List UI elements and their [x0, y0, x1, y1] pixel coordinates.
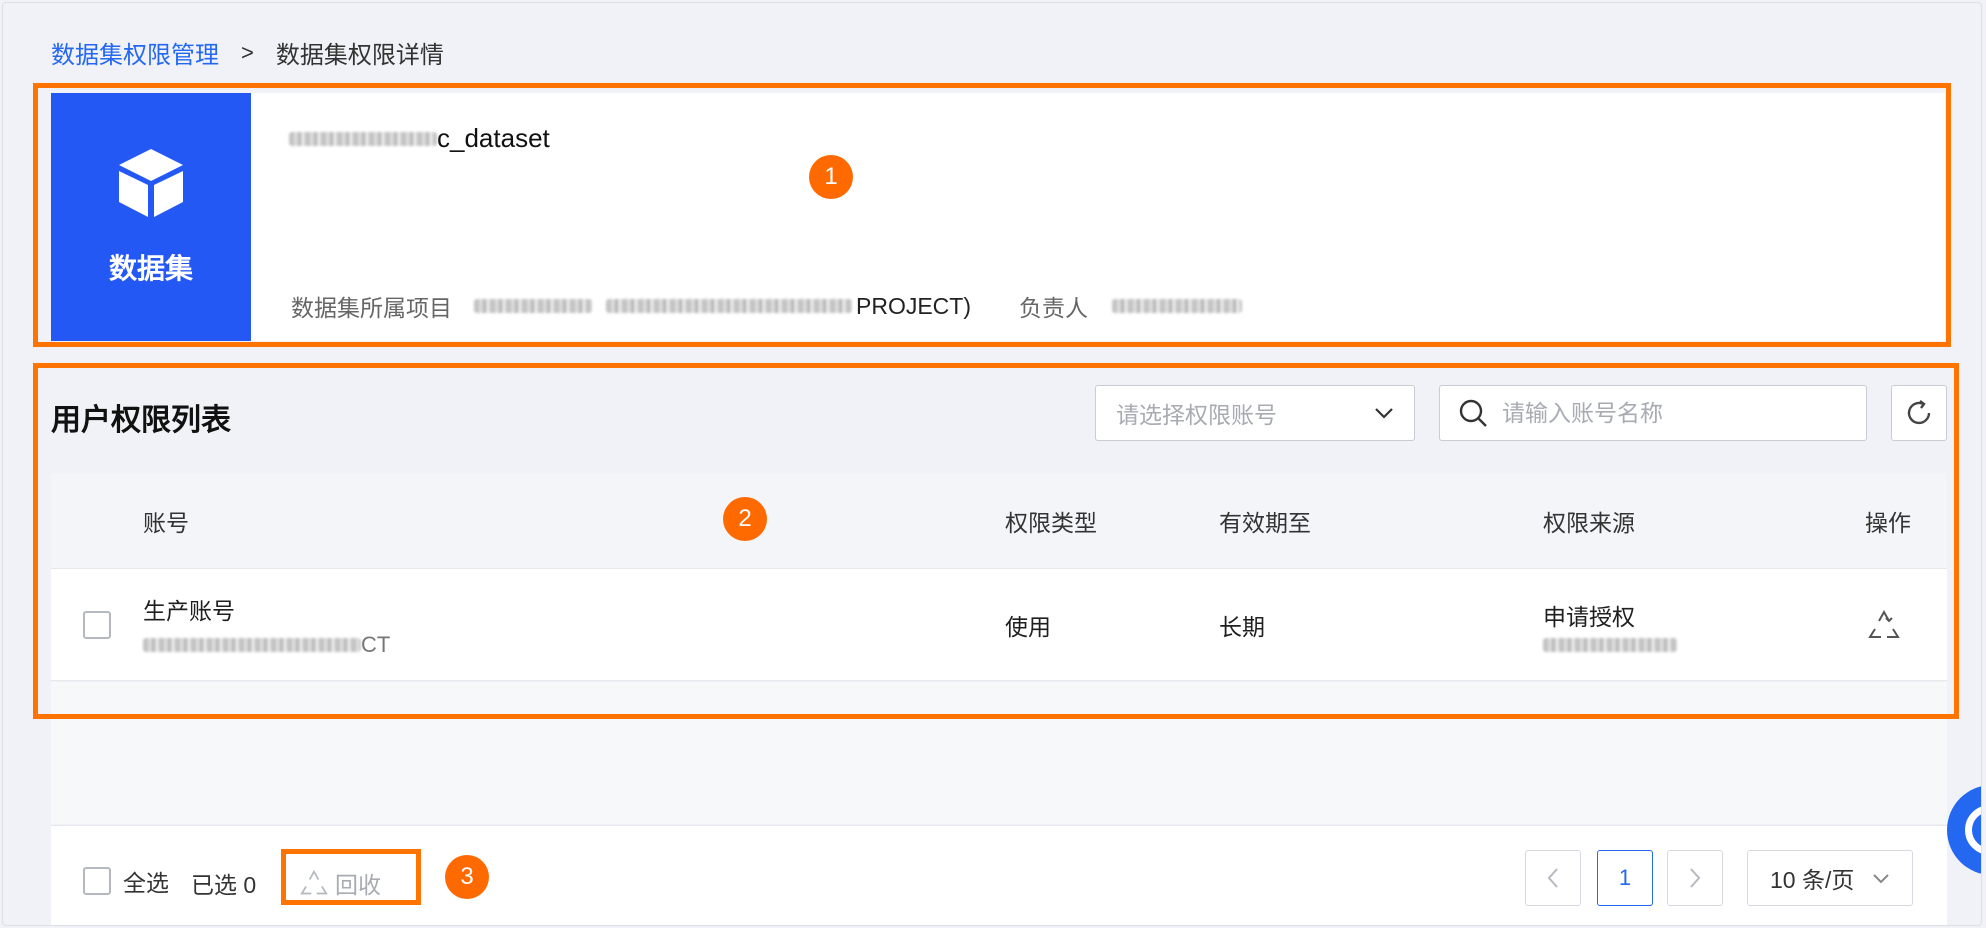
prev-page-button[interactable]: [1525, 850, 1581, 906]
annotation-box-3: [281, 849, 421, 905]
selected-count: 已选 0: [191, 872, 257, 898]
floating-help-button[interactable]: [1947, 785, 1981, 875]
chevron-left-icon: [1547, 868, 1558, 888]
breadcrumb-current: 数据集权限详情: [275, 42, 444, 69]
select-all[interactable]: 全选: [83, 864, 169, 898]
annotation-badge-2: 2: [723, 497, 767, 541]
select-all-checkbox[interactable]: [83, 867, 111, 895]
next-page-button[interactable]: [1667, 850, 1723, 906]
annotation-box-2: [33, 363, 1959, 719]
help-icon: [1965, 805, 1981, 855]
chevron-right-icon: [1690, 868, 1701, 888]
page-size-value: 10 条/页: [1770, 867, 1855, 893]
annotation-badge-1: 1: [809, 155, 853, 199]
annotation-badge-3: 3: [445, 855, 489, 899]
select-all-label: 全选: [123, 870, 169, 896]
breadcrumb: 数据集权限管理 > 数据集权限详情: [51, 35, 444, 70]
annotation-box-1: [33, 83, 1951, 347]
breadcrumb-link-permission-management[interactable]: 数据集权限管理: [51, 35, 219, 70]
chevron-down-icon: [1873, 873, 1889, 883]
page-frame: 数据集权限管理 > 数据集权限详情 数据集 c_dataset 数据集所属项目 …: [2, 2, 1982, 926]
page-size-select[interactable]: 10 条/页: [1747, 850, 1913, 906]
breadcrumb-separator: >: [241, 39, 254, 65]
page-button-current[interactable]: 1: [1597, 850, 1653, 906]
